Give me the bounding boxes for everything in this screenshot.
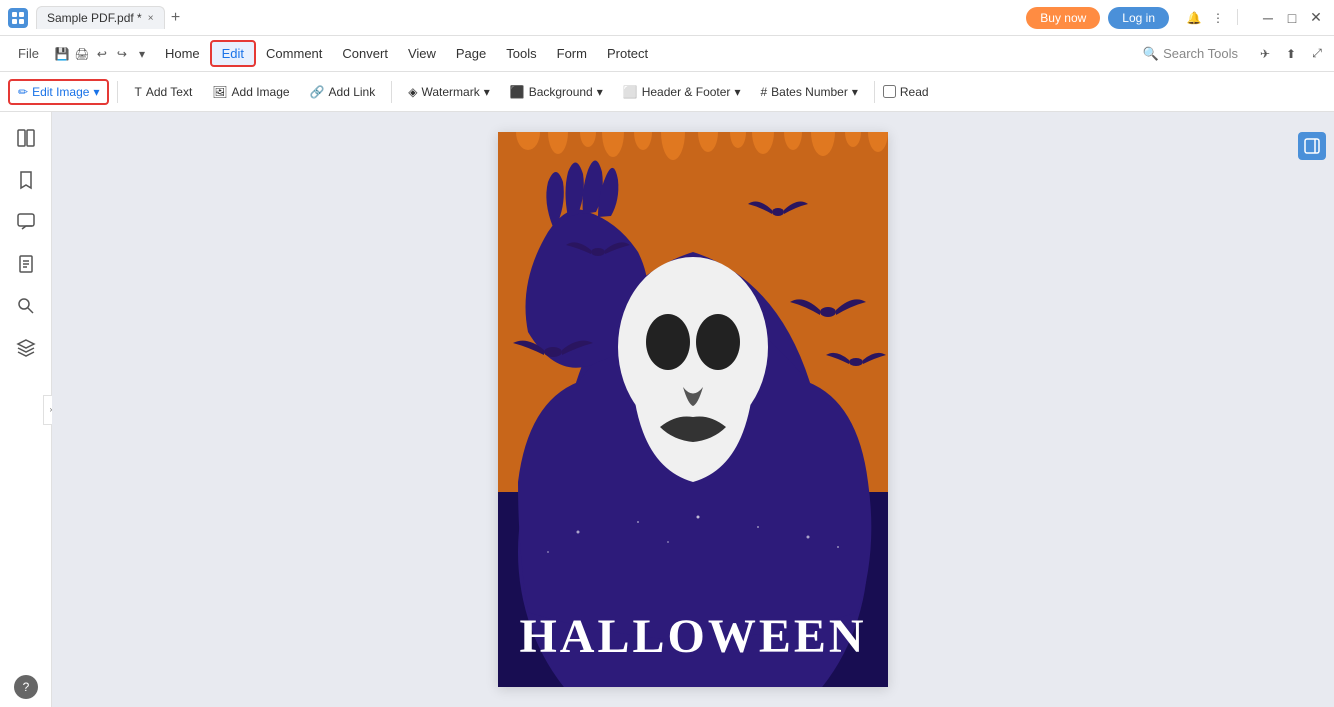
watermark-dropdown-icon: ▾ (484, 85, 490, 99)
read-label: Read (900, 85, 929, 99)
add-text-button[interactable]: T Add Text (126, 81, 200, 103)
save-icon[interactable]: 💾 (53, 45, 71, 63)
login-button[interactable]: Log in (1108, 7, 1169, 29)
tab-close-button[interactable]: × (148, 13, 154, 24)
notification-icon[interactable]: 🔔 (1185, 9, 1203, 27)
bates-number-icon: # (760, 85, 767, 99)
menu-protect[interactable]: Protect (597, 42, 658, 65)
upload-icon[interactable]: ⬆ (1282, 45, 1300, 63)
right-panel-button[interactable] (1298, 132, 1326, 160)
menu-tools[interactable]: Tools (496, 42, 546, 65)
background-label: Background (529, 85, 593, 99)
add-image-label: Add Image (232, 85, 290, 99)
buy-now-button[interactable]: Buy now (1026, 7, 1100, 29)
send-icon[interactable]: ✈ (1256, 45, 1274, 63)
read-checkbox[interactable]: Read (883, 85, 929, 99)
tab-area: Sample PDF.pdf * × + (36, 6, 1026, 29)
new-tab-button[interactable]: + (165, 7, 187, 29)
active-tab[interactable]: Sample PDF.pdf * × (36, 6, 165, 29)
minimize-button[interactable]: ─ (1258, 8, 1278, 28)
edit-toolbar: ✏ Edit Image ▾ T Add Text 🖼 Add Image 🔗 … (0, 72, 1334, 112)
add-image-icon: 🖼 (212, 85, 227, 99)
separator (1237, 9, 1238, 25)
quick-toolbar: 💾 🖨 ↩ ↪ ▾ (53, 45, 151, 63)
dropdown-icon[interactable]: ▾ (133, 45, 151, 63)
sidebar-icon-comment[interactable] (8, 204, 44, 240)
fullscreen-icon[interactable]: ⤢ (1308, 45, 1326, 63)
help-button[interactable]: ? (14, 675, 38, 699)
edit-image-icon: ✏ (18, 85, 28, 99)
watermark-icon: ◈ (408, 85, 417, 99)
redo-icon[interactable]: ↪ (113, 45, 131, 63)
print-icon[interactable]: 🖨 (73, 45, 91, 63)
add-link-icon: 🔗 (310, 85, 325, 99)
app-icon (8, 8, 28, 28)
menubar: File 💾 🖨 ↩ ↪ ▾ Home Edit Comment Convert… (0, 36, 1334, 72)
add-image-button[interactable]: 🖼 Add Image (204, 81, 297, 103)
maximize-button[interactable]: □ (1282, 8, 1302, 28)
menu-convert[interactable]: Convert (332, 42, 398, 65)
menu-comment[interactable]: Comment (256, 42, 332, 65)
header-footer-button[interactable]: ⬜ Header & Footer ▾ (615, 81, 749, 103)
menu-home[interactable]: Home (155, 42, 210, 65)
titlebar-action-icons: 🔔 ⋮ (1185, 9, 1242, 27)
background-icon: ⬛ (510, 85, 525, 99)
separator-1 (117, 81, 118, 103)
background-button[interactable]: ⬛ Background ▾ (502, 81, 611, 103)
menu-form[interactable]: Form (547, 42, 597, 65)
halloween-image: HALLOWEEN (498, 132, 888, 687)
sidebar-icon-pages[interactable] (8, 246, 44, 282)
search-tools-button[interactable]: 🔍 Search Tools (1133, 42, 1248, 66)
bates-dropdown-icon: ▾ (852, 85, 858, 99)
sidebar-icon-panels[interactable] (8, 120, 44, 156)
sidebar-icon-layers[interactable] (8, 330, 44, 366)
left-sidebar: › ? (0, 112, 52, 707)
separator-3 (874, 81, 875, 103)
undo-icon[interactable]: ↩ (93, 45, 111, 63)
sidebar-icon-bookmark[interactable] (8, 162, 44, 198)
edit-image-button[interactable]: ✏ Edit Image ▾ (8, 79, 109, 105)
menu-file[interactable]: File (8, 42, 49, 65)
bates-number-button[interactable]: # Bates Number ▾ (752, 81, 865, 103)
pdf-page: HALLOWEEN (498, 132, 888, 687)
read-checkbox-input[interactable] (883, 85, 896, 98)
search-icon: 🔍 (1143, 46, 1159, 62)
background-dropdown-icon: ▾ (597, 85, 603, 99)
main-content: HALLOWEEN (52, 112, 1334, 707)
menubar-right: 🔍 Search Tools ✈ ⬆ ⤢ (1133, 42, 1326, 66)
header-footer-label: Header & Footer (642, 85, 731, 99)
sidebar-icon-search[interactable] (8, 288, 44, 324)
titlebar-right: Buy now Log in 🔔 ⋮ ─ □ ✕ (1026, 7, 1326, 29)
separator-2 (391, 81, 392, 103)
bates-number-label: Bates Number (771, 85, 848, 99)
tab-label: Sample PDF.pdf * (47, 11, 142, 25)
right-panel-icon (1304, 138, 1320, 154)
menu-view[interactable]: View (398, 42, 446, 65)
header-footer-dropdown-icon: ▾ (734, 85, 740, 99)
watermark-button[interactable]: ◈ Watermark ▾ (400, 81, 498, 103)
add-link-label: Add Link (329, 85, 376, 99)
add-link-button[interactable]: 🔗 Add Link (302, 81, 384, 103)
menu-edit[interactable]: Edit (210, 40, 256, 67)
close-button[interactable]: ✕ (1306, 8, 1326, 28)
window-controls: ─ □ ✕ (1258, 8, 1326, 28)
header-footer-icon: ⬜ (623, 85, 638, 99)
edit-image-dropdown-icon: ▾ (93, 85, 99, 99)
add-text-icon: T (134, 85, 141, 99)
watermark-label: Watermark (421, 85, 479, 99)
add-text-label: Add Text (146, 85, 192, 99)
svg-text:HALLOWEEN: HALLOWEEN (519, 610, 866, 663)
search-tools-label: Search Tools (1163, 46, 1238, 61)
edit-image-label: Edit Image (32, 85, 89, 99)
titlebar: Sample PDF.pdf * × + Buy now Log in 🔔 ⋮ … (0, 0, 1334, 36)
more-options-icon[interactable]: ⋮ (1209, 9, 1227, 27)
menu-page[interactable]: Page (446, 42, 496, 65)
